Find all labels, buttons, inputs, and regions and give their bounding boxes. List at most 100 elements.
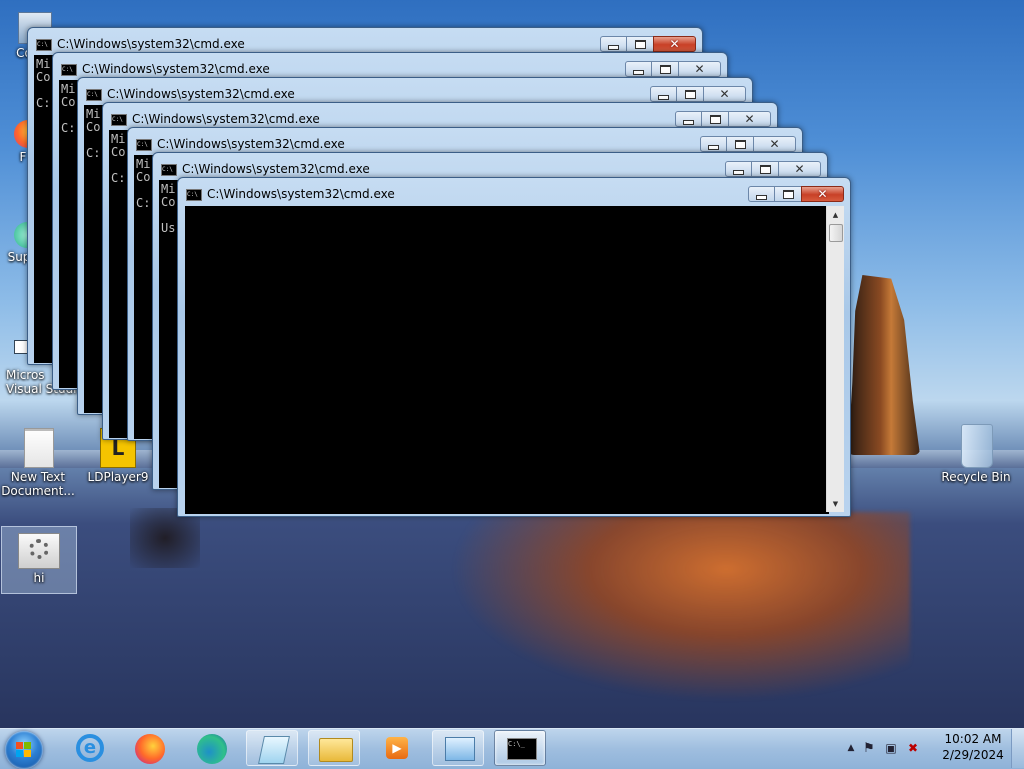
- system-tray[interactable]: ▲ ⚑ ▣ ✖: [844, 736, 924, 760]
- desktop-icon-recycle-bin[interactable]: Recycle Bin: [940, 424, 1012, 484]
- cmd-icon: C:\: [36, 39, 52, 51]
- desktop-icon-new-text-document[interactable]: New Text Document...: [0, 428, 76, 498]
- taskbar-firefox[interactable]: [124, 730, 176, 766]
- maximize-button[interactable]: [727, 136, 753, 152]
- wallpaper-reflection: [450, 512, 910, 702]
- maximize-icon: [684, 89, 696, 99]
- maximize-icon: [709, 114, 721, 124]
- internet-explorer-icon: e: [76, 734, 104, 762]
- taskbar-command-prompt[interactable]: C:\_: [494, 730, 546, 766]
- close-button[interactable]: ✕: [703, 86, 746, 102]
- window-title: C:\Windows\system32\cmd.exe: [82, 62, 270, 76]
- close-button[interactable]: ✕: [678, 61, 721, 77]
- window-title: C:\Windows\system32\cmd.exe: [157, 137, 345, 151]
- minimize-button[interactable]: [725, 161, 752, 177]
- window-title: C:\Windows\system32\cmd.exe: [132, 112, 320, 126]
- close-button[interactable]: ✕: [778, 161, 821, 177]
- close-icon: ✕: [769, 137, 780, 151]
- minimize-icon: [608, 44, 619, 50]
- gear-icon: [18, 533, 60, 569]
- maximize-icon: [734, 139, 746, 149]
- close-icon: ✕: [694, 62, 705, 76]
- minimize-icon: [756, 194, 767, 200]
- title-bar[interactable]: C:\ C:\Windows\system32\cmd.exe ✕: [78, 78, 752, 104]
- cmd-icon: C:\: [161, 164, 177, 176]
- title-bar[interactable]: C:\ C:\Windows\system32\cmd.exe ✕: [128, 128, 802, 154]
- close-button[interactable]: ✕: [653, 36, 696, 52]
- desktop-icon-support[interactable]: Sup: [0, 222, 40, 264]
- close-button[interactable]: ✕: [753, 136, 796, 152]
- cmd-icon: C:\: [136, 139, 152, 151]
- window-title: C:\Windows\system32\cmd.exe: [182, 162, 370, 176]
- taskbar-internet-explorer[interactable]: e: [64, 730, 116, 766]
- text-document-icon: [24, 428, 54, 468]
- minimize-button[interactable]: [748, 186, 775, 202]
- desktop-icon-label: hi: [33, 571, 45, 585]
- window-title: C:\Windows\system32\cmd.exe: [207, 187, 395, 201]
- maximize-button[interactable]: [702, 111, 728, 127]
- maximize-icon: [659, 64, 671, 74]
- cmd-icon: C:\: [86, 89, 102, 101]
- wallpaper-reflection-small: [130, 508, 200, 568]
- cmd-icon: C:\: [61, 64, 77, 76]
- minimize-button[interactable]: [650, 86, 677, 102]
- maximize-icon: [634, 39, 646, 49]
- minimize-button[interactable]: [675, 111, 702, 127]
- close-button[interactable]: ✕: [801, 186, 844, 202]
- taskbar-control-panel[interactable]: [432, 730, 484, 766]
- title-bar[interactable]: C:\ C:\Windows\system32\cmd.exe ✕: [28, 28, 702, 54]
- desktop-icon-label: LDPlayer9: [87, 470, 149, 484]
- folder-icon: [319, 738, 353, 762]
- network-icon[interactable]: ▣: [880, 741, 902, 755]
- vertical-scrollbar[interactable]: ▲ ▼: [826, 206, 844, 512]
- maximize-button[interactable]: [652, 61, 678, 77]
- start-button[interactable]: [5, 731, 43, 769]
- wallpaper-rock: [848, 275, 920, 455]
- close-icon: ✕: [719, 87, 730, 101]
- minimize-icon: [633, 69, 644, 75]
- minimize-icon: [708, 144, 719, 150]
- desktop-icon-hi[interactable]: hi: [1, 526, 77, 594]
- taskbar-media-player[interactable]: ▶: [370, 730, 422, 766]
- cmd-icon: C:\: [111, 114, 127, 126]
- title-bar[interactable]: C:\ C:\Windows\system32\cmd.exe ✕: [53, 53, 727, 79]
- minimize-icon: [683, 119, 694, 125]
- maximize-button[interactable]: [752, 161, 778, 177]
- minimize-button[interactable]: [700, 136, 727, 152]
- taskbar-file-explorer[interactable]: [308, 730, 360, 766]
- taskbar-notepad[interactable]: [246, 730, 298, 766]
- show-desktop-button[interactable]: [1011, 729, 1024, 768]
- volume-muted-icon[interactable]: ✖: [902, 741, 924, 755]
- close-button[interactable]: ✕: [728, 111, 771, 127]
- maximize-button[interactable]: [627, 36, 653, 52]
- window-title: C:\Windows\system32\cmd.exe: [107, 87, 295, 101]
- desktop-icon-firefox-shortcut[interactable]: F: [0, 120, 42, 164]
- show-hidden-icons-icon[interactable]: ▲: [844, 743, 858, 753]
- scroll-down-icon[interactable]: ▼: [827, 495, 844, 512]
- close-icon: ✕: [794, 162, 805, 176]
- clock-date: 2/29/2024: [942, 748, 1004, 762]
- minimize-button[interactable]: [625, 61, 652, 77]
- scroll-up-icon[interactable]: ▲: [827, 206, 844, 223]
- scroll-thumb[interactable]: [829, 224, 843, 242]
- console-output[interactable]: [185, 206, 829, 514]
- maximize-icon: [782, 189, 794, 199]
- taskbar-clock[interactable]: 10:02 AM 2/29/2024: [930, 731, 1016, 763]
- action-center-flag-icon[interactable]: ⚑: [858, 741, 880, 756]
- control-panel-icon: [445, 737, 475, 761]
- title-bar[interactable]: C:\ C:\Windows\system32\cmd.exe ✕: [178, 178, 850, 204]
- minimize-button[interactable]: [600, 36, 627, 52]
- taskbar-edge[interactable]: [186, 730, 238, 766]
- cmd-window-7-active[interactable]: C:\ C:\Windows\system32\cmd.exe ✕ ▲ ▼: [177, 177, 851, 517]
- firefox-icon: [135, 734, 165, 764]
- recycle-bin-icon: [961, 424, 993, 468]
- shortcut-arrow-icon: [14, 340, 28, 354]
- close-icon: ✕: [669, 37, 680, 51]
- maximize-button[interactable]: [677, 86, 703, 102]
- title-bar[interactable]: C:\ C:\Windows\system32\cmd.exe ✕: [103, 103, 777, 129]
- window-title: C:\Windows\system32\cmd.exe: [57, 37, 245, 51]
- maximize-button[interactable]: [775, 186, 801, 202]
- close-icon: ✕: [744, 112, 755, 126]
- title-bar[interactable]: C:\ C:\Windows\system32\cmd.exe ✕: [153, 153, 827, 179]
- clock-time: 10:02 AM: [944, 732, 1002, 746]
